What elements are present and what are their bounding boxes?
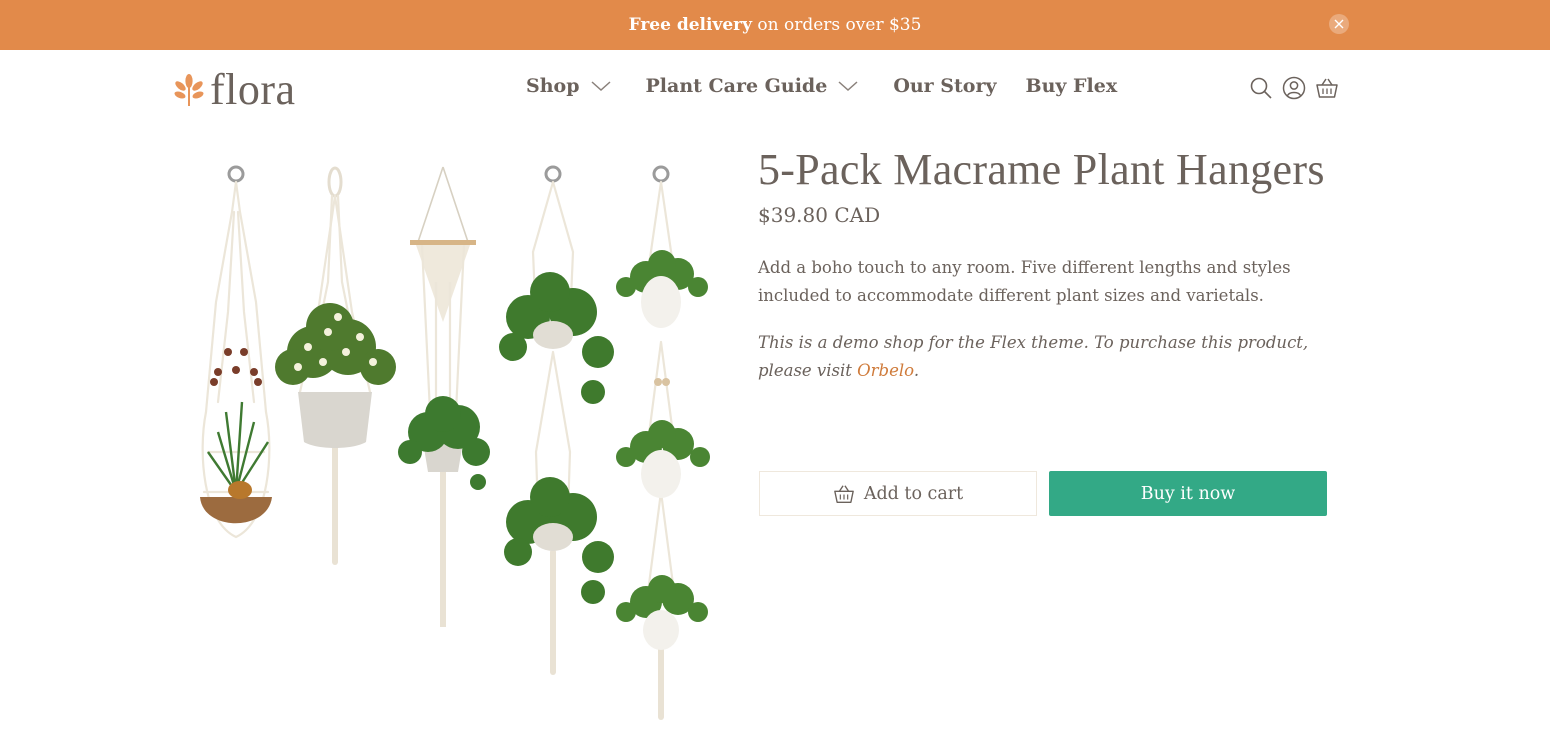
nav-item-label: Shop [526,75,580,97]
demo-note-prefix: This is a demo shop for the Flex theme. … [758,333,1309,380]
nav-item-shop[interactable]: Shop [526,75,612,97]
site-header: flora Shop Plant Care Guide Our Story Bu… [0,50,1550,128]
nav-item-label: Plant Care Guide [645,75,828,97]
announcement-rest-text: on orders over $35 [752,15,922,35]
header-icons [1249,76,1339,100]
announcement-bold-text: Free delivery [628,15,752,35]
product-description: Add a boho touch to any room. Five diffe… [758,258,1291,305]
cart-icon[interactable] [1315,76,1339,100]
announcement-bar: Free delivery on orders over $35 [0,0,1550,50]
nav-item-plant-care-guide[interactable]: Plant Care Guide [646,75,860,97]
nav-item-our-story[interactable]: Our Story [893,75,996,97]
demo-note: This is a demo shop for the Flex theme. … [758,329,1328,385]
close-icon[interactable] [1329,14,1349,34]
main-nav: Shop Plant Care Guide Our Story Buy Flex [526,75,1117,97]
chevron-down-icon [838,81,858,92]
account-icon[interactable] [1282,76,1306,100]
nav-item-label: Our Story [893,75,997,97]
product-image[interactable] [178,152,723,722]
logo-text: flora [210,65,296,114]
leaf-icon [174,74,204,106]
announcement-text: Free delivery on orders over $35 [629,15,922,35]
purchase-buttons: Add to cart Buy it now [759,471,1327,516]
buy-it-now-label: Buy it now [1140,483,1236,504]
chevron-down-icon [591,81,610,92]
cart-icon [833,484,854,503]
add-to-cart-button[interactable]: Add to cart [759,471,1037,516]
orbelo-link[interactable]: Orbelo [857,361,914,380]
logo[interactable]: flora [172,68,296,112]
search-icon[interactable] [1249,76,1273,100]
product-title: 5-Pack Macrame Plant Hangers [758,145,1325,194]
product-price: $39.80 CAD [758,203,881,227]
add-to-cart-label: Add to cart [863,483,964,504]
buy-it-now-button[interactable]: Buy it now [1049,471,1327,516]
nav-item-label: Buy Flex [1025,75,1118,97]
product-info: 5-Pack Macrame Plant Hangers $39.80 CAD … [758,146,1328,385]
nav-item-buy-flex[interactable]: Buy Flex [1026,75,1118,97]
demo-note-suffix: . [913,361,920,380]
